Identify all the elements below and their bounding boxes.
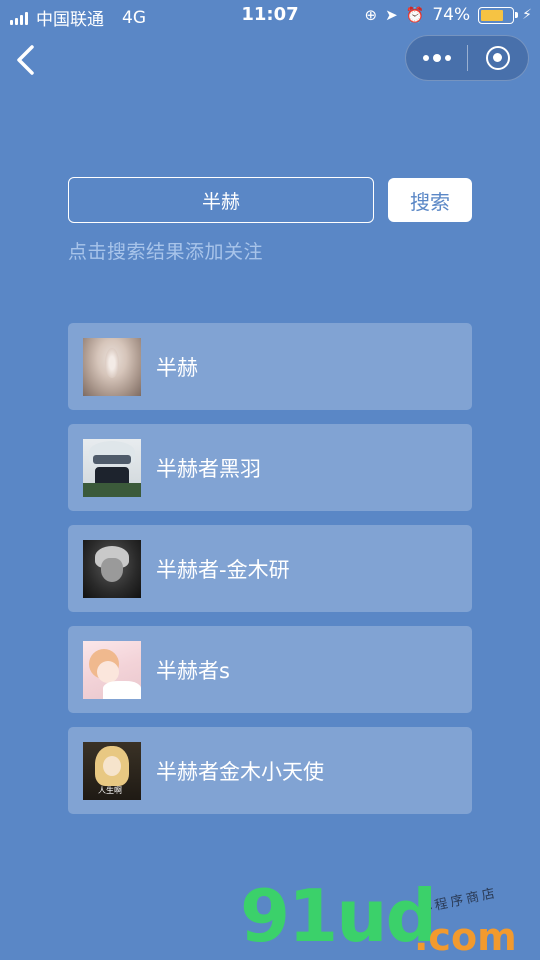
result-name: 半赫者金木小天使 [156,759,324,784]
alarm-icon: ⏰ [405,6,425,24]
list-item[interactable]: 半赫 [68,323,472,410]
avatar [83,337,141,396]
list-item[interactable]: 半赫者s [68,626,472,713]
result-name: 半赫 [156,355,198,380]
result-name: 半赫者-金木研 [156,557,290,582]
battery-percent: 74% [432,5,471,25]
status-bar: 中国联通 4G 11:07 ⊕ ➤ ⏰ 74% ⚡ [0,0,540,32]
battery-icon [478,6,519,24]
result-list: 半赫 半赫者黑羽 半赫者-金木研 半赫者s 人生啊 半赫者金木小天使 [68,323,472,828]
miniprogram-capsule [405,35,529,81]
avatar [83,640,141,699]
avatar [83,438,141,497]
rotation-lock-icon: ⊕ [364,6,378,24]
list-item[interactable]: 半赫者黑羽 [68,424,472,511]
watermark-brand: 91ud [240,874,437,958]
back-button[interactable] [12,42,42,78]
more-dots-icon [422,54,451,62]
location-icon: ➤ [385,6,398,24]
charging-icon: ⚡ [522,7,532,23]
avatar [83,539,141,598]
search-input[interactable] [68,177,374,223]
close-miniprogram-button[interactable] [468,35,528,81]
search-button[interactable]: 搜索 [388,178,472,222]
chevron-left-icon [17,45,34,75]
search-hint: 点击搜索结果添加关注 [68,241,264,263]
target-circle-icon [485,46,510,70]
watermark-domain: .com [414,915,517,959]
result-name: 半赫者黑羽 [156,456,261,481]
avatar: 人生啊 [83,741,141,800]
list-item[interactable]: 人生啊 半赫者金木小天使 [68,727,472,814]
list-item[interactable]: 半赫者-金木研 [68,525,472,612]
avatar-caption: 人生啊 [98,785,122,795]
result-name: 半赫者s [156,658,230,683]
more-button[interactable] [406,35,467,81]
